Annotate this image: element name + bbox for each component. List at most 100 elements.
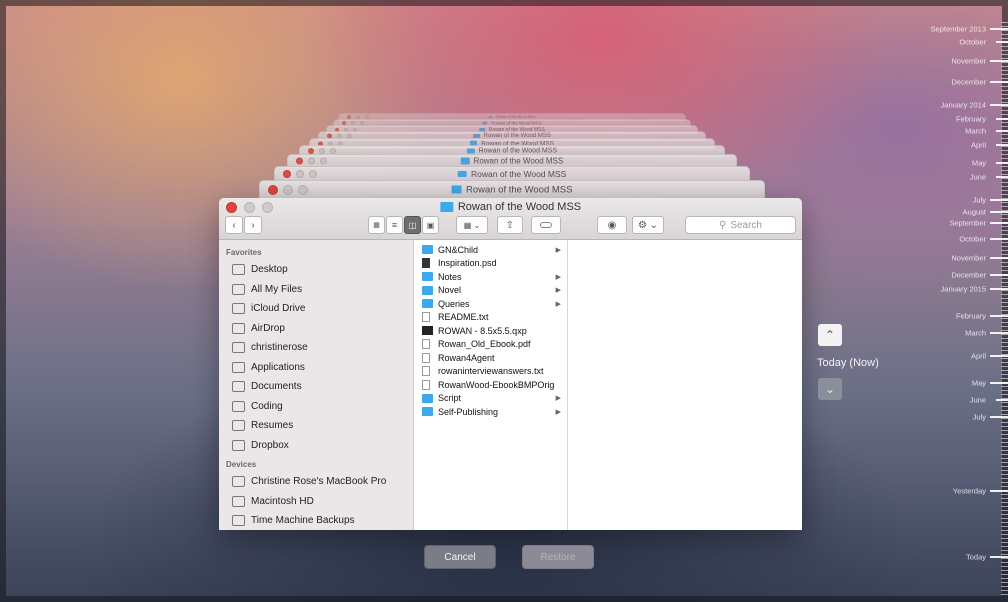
- timeline-marker[interactable]: [990, 355, 1008, 357]
- timeline-tick: [1001, 206, 1008, 207]
- file-row[interactable]: Inspiration.psd: [415, 257, 567, 271]
- timeline-label[interactable]: May: [972, 159, 986, 168]
- file-row[interactable]: Notes ▶: [415, 270, 567, 284]
- sidebar-item-macintosh-hd[interactable]: Macintosh HD: [219, 492, 413, 512]
- quicklook-button[interactable]: ◉: [597, 216, 627, 234]
- gear-icon: ⚙ ⌄: [637, 219, 659, 231]
- timeline-tick: [1001, 558, 1008, 559]
- forward-button[interactable]: ›: [244, 216, 262, 234]
- file-name: GN&Child: [438, 244, 479, 255]
- restore-button[interactable]: Restore: [522, 545, 594, 569]
- timeline-marker[interactable]: [990, 199, 1008, 201]
- timeline-label[interactable]: September 2013: [931, 25, 986, 34]
- timeline-label[interactable]: March: [965, 127, 986, 136]
- timeline-label[interactable]: July: [973, 196, 986, 205]
- timeline-tick: [1001, 298, 1008, 299]
- timeline-tick: [1001, 286, 1008, 287]
- timeline-tick: [1001, 390, 1008, 391]
- timeline-label[interactable]: October: [959, 38, 986, 47]
- close-button[interactable]: [226, 202, 237, 213]
- next-backup-button[interactable]: ⌄: [818, 378, 842, 400]
- file-row[interactable]: README.txt: [415, 311, 567, 325]
- column-view-button[interactable]: ◫: [404, 216, 421, 234]
- timeline-tick: [1001, 70, 1008, 71]
- timeline-marker[interactable]: [990, 315, 1008, 317]
- sidebar-item-applications[interactable]: Applications: [219, 358, 413, 378]
- timeline-tick: [1001, 338, 1008, 339]
- cancel-button[interactable]: Cancel: [424, 545, 496, 569]
- icon-view-button[interactable]: ▦: [368, 216, 385, 234]
- file-row[interactable]: Rowan4Agent: [415, 351, 567, 365]
- arrange-button[interactable]: ▦ ⌄: [456, 216, 488, 234]
- sidebar-item-resumes[interactable]: Resumes: [219, 416, 413, 436]
- file-icon: [422, 352, 430, 363]
- coverflow-view-button[interactable]: ▣: [422, 216, 439, 234]
- timeline-tick: [1001, 170, 1008, 171]
- timeline-label[interactable]: October: [959, 235, 986, 244]
- timeline-marker[interactable]: [996, 399, 1008, 401]
- backup-snapshot-window[interactable]: Rowan of the Wood MSS: [259, 180, 765, 199]
- sidebar-item-christinerose[interactable]: christinerose: [219, 338, 413, 358]
- action-button[interactable]: ⚙ ⌄: [632, 216, 664, 234]
- list-view-icon: ≡: [391, 220, 398, 230]
- timeline-label[interactable]: January 2014: [941, 101, 986, 110]
- previous-backup-button[interactable]: ⌃: [818, 324, 842, 346]
- timeline-label[interactable]: May: [972, 379, 986, 388]
- tag-button[interactable]: [531, 216, 561, 234]
- back-button[interactable]: ‹: [225, 216, 243, 234]
- file-row[interactable]: Script ▶: [415, 392, 567, 406]
- timeline-label[interactable]: December: [951, 78, 986, 87]
- file-row[interactable]: GN&Child ▶: [415, 243, 567, 257]
- timeline-tick: [1001, 318, 1008, 319]
- sidebar-item-coding[interactable]: Coding: [219, 397, 413, 417]
- timeline[interactable]: September 2013 October November December Jan…: [900, 0, 1008, 602]
- timeline-label[interactable]: June: [970, 173, 986, 182]
- timeline-label[interactable]: September: [949, 219, 986, 228]
- devices-list: Christine Rose's MacBook Pro Macintosh HD…: [219, 472, 413, 530]
- timeline-tick: [1001, 174, 1008, 175]
- preview-column: [569, 240, 802, 530]
- timeline-marker[interactable]: [990, 211, 1008, 213]
- file-row[interactable]: Novel ▶: [415, 284, 567, 298]
- file-row[interactable]: Self-Publishing ▶: [415, 405, 567, 419]
- timeline-label[interactable]: July: [973, 413, 986, 422]
- sidebar-item-icloud-drive[interactable]: iCloud Drive: [219, 299, 413, 319]
- share-button[interactable]: ⇧: [497, 216, 523, 234]
- all-files-icon: [232, 283, 245, 295]
- list-view-button[interactable]: ≡: [386, 216, 403, 234]
- timeline-label[interactable]: November: [951, 57, 986, 66]
- minimize-button[interactable]: [244, 202, 255, 213]
- sidebar-item-christine-rose-s-macbook-pro[interactable]: Christine Rose's MacBook Pro: [219, 472, 413, 492]
- timeline-label[interactable]: December: [951, 271, 986, 280]
- timeline-label[interactable]: February: [956, 115, 986, 124]
- timeline-label[interactable]: Yesterday: [953, 487, 986, 496]
- timeline-label[interactable]: Today: [966, 553, 986, 562]
- timeline-label[interactable]: April: [971, 141, 986, 150]
- timeline-tick: [1001, 222, 1008, 223]
- timeline-label[interactable]: January 2015: [941, 285, 986, 294]
- sidebar-item-all-my-files[interactable]: All My Files: [219, 280, 413, 300]
- file-row[interactable]: rowaninterviewanswers.txt: [415, 365, 567, 379]
- timeline-label[interactable]: March: [965, 329, 986, 338]
- timeline-tick: [1001, 382, 1008, 383]
- timeline-label[interactable]: February: [956, 312, 986, 321]
- sidebar-item-desktop[interactable]: Desktop: [219, 260, 413, 280]
- timeline-label[interactable]: April: [971, 352, 986, 361]
- sidebar-item-time-machine-backups[interactable]: Time Machine Backups: [219, 511, 413, 530]
- sidebar-item-label: Resumes: [251, 420, 294, 432]
- file-row[interactable]: RowanWood-EbookBMPOrig: [415, 378, 567, 392]
- zoom-button[interactable]: [262, 202, 273, 213]
- sidebar-item-documents[interactable]: Documents: [219, 377, 413, 397]
- timeline-tick: [1001, 294, 1008, 295]
- sidebar-item-dropbox[interactable]: Dropbox: [219, 436, 413, 456]
- laptop-icon: [232, 476, 245, 488]
- sidebar-item-airdrop[interactable]: AirDrop: [219, 319, 413, 339]
- timeline-label[interactable]: August: [963, 208, 986, 217]
- timeline-label[interactable]: June: [970, 396, 986, 405]
- file-row[interactable]: Queries ▶: [415, 297, 567, 311]
- file-row[interactable]: ROWAN - 8.5x5.5.qxp: [415, 324, 567, 338]
- search-field[interactable]: ⚲ Search: [685, 216, 796, 234]
- file-row[interactable]: Rowan_Old_Ebook.pdf: [415, 338, 567, 352]
- eye-icon: ◉: [607, 219, 617, 231]
- timeline-label[interactable]: November: [951, 254, 986, 263]
